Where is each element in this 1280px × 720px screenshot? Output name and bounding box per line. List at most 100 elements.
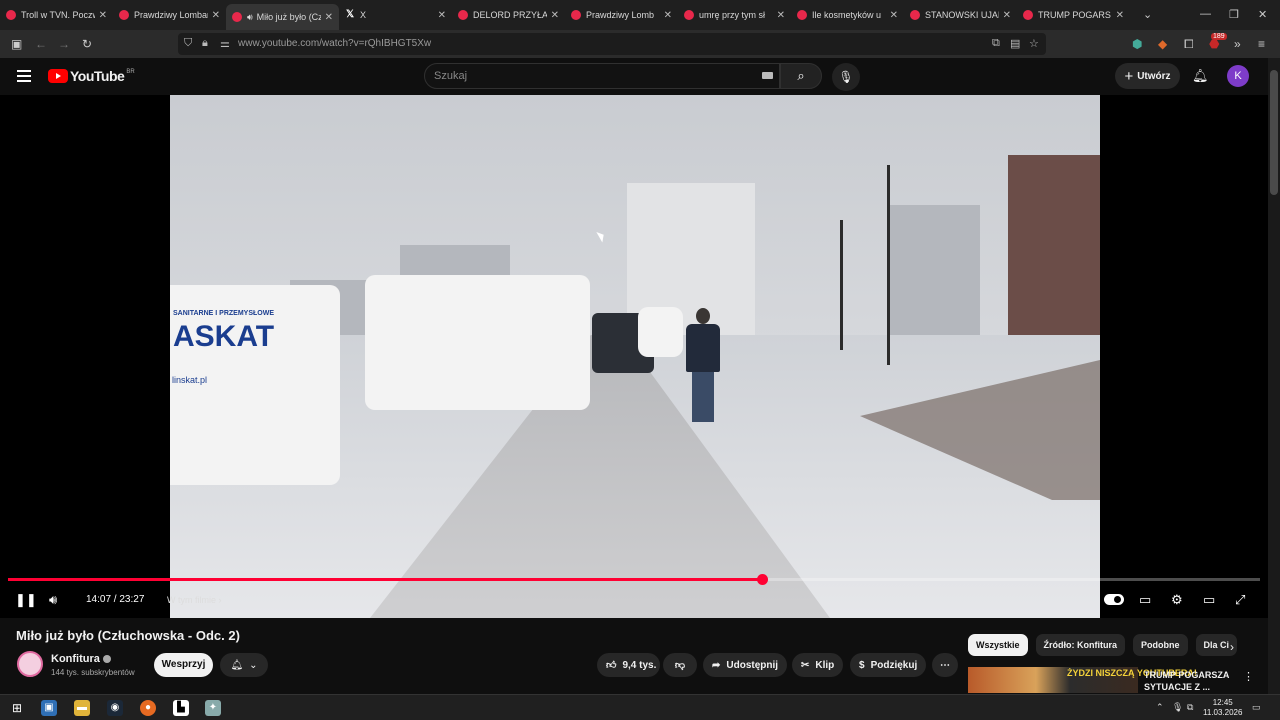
- share-icon: ➦: [712, 659, 721, 671]
- chapters-button[interactable]: W tym filmie ›: [167, 595, 222, 605]
- subtitles-icon[interactable]: ▭: [1139, 592, 1151, 608]
- settings-gear-icon[interactable]: ⚙: [1171, 592, 1183, 608]
- system-clock[interactable]: 12:45 11.03.2026: [1203, 698, 1242, 718]
- forward-icon[interactable]: →: [58, 37, 70, 51]
- tab-close-icon[interactable]: ✕: [438, 10, 446, 21]
- notification-center-icon[interactable]: ▭: [1252, 702, 1261, 713]
- like-button[interactable]: 👍︎ 9,4 tys.: [597, 653, 661, 677]
- search-button[interactable]: ⌕: [780, 63, 822, 89]
- video-frame[interactable]: SANITARNE I PRZEMYSŁOWE ASKAT linskat.pl: [170, 95, 1100, 618]
- tab-close-icon[interactable]: ✕: [1116, 10, 1124, 21]
- youtube-logo[interactable]: YouTube BR: [48, 68, 135, 84]
- picture-in-picture-icon[interactable]: ⧉: [992, 37, 1000, 50]
- browser-tab[interactable]: Prawdziwy Lombard ✕: [113, 0, 226, 30]
- volume-icon[interactable]: 🔊︎: [49, 592, 57, 608]
- tab-close-icon[interactable]: ✕: [551, 10, 559, 21]
- browser-tab[interactable]: Troll w TVN. Poczwórn ✕: [0, 0, 113, 30]
- browser-tab[interactable]: 𝕏 X ✕: [339, 0, 452, 30]
- tab-close-icon[interactable]: ✕: [1003, 10, 1011, 21]
- overflow-chevron-icon[interactable]: »: [1234, 37, 1241, 51]
- tab-groups-icon[interactable]: ▣: [11, 37, 22, 51]
- search-input[interactable]: [425, 64, 725, 88]
- tray-mic-icon[interactable]: 🎙︎: [1172, 702, 1183, 713]
- keyboard-icon[interactable]: [762, 72, 773, 79]
- browser-tab-strip: Troll w TVN. Poczwórn ✕ Prawdziwy Lombard ✕…: [0, 0, 1280, 30]
- youtube-favicon-icon: [571, 10, 581, 20]
- pause-icon[interactable]: ❚❚: [15, 592, 37, 608]
- tab-close-icon[interactable]: ✕: [212, 10, 220, 21]
- thumbs-up-icon: 👍︎: [606, 660, 617, 671]
- minimize-button[interactable]: —: [1200, 8, 1211, 20]
- steam-icon[interactable]: ◉: [107, 700, 123, 716]
- clip-button[interactable]: ✂ Klip: [792, 653, 844, 677]
- windows-start-icon[interactable]: ⊞: [9, 700, 25, 716]
- monitor-app-icon[interactable]: ▣: [41, 700, 57, 716]
- reader-view-icon[interactable]: ▤: [1010, 37, 1020, 50]
- file-explorer-icon[interactable]: ▬: [74, 700, 90, 716]
- tab-close-icon[interactable]: ✕: [664, 10, 672, 21]
- browser-tab[interactable]: TRUMP POGARS ✕: [1017, 0, 1130, 30]
- browser-tab[interactable]: Prawdziwy Lomb ✕: [565, 0, 678, 30]
- lock-icon[interactable]: 🔒︎: [202, 37, 208, 50]
- create-button[interactable]: + Utwórz: [1115, 63, 1180, 89]
- autoplay-toggle[interactable]: [1104, 594, 1124, 605]
- browser-tab-title: Ile kosmetyków u: [812, 10, 882, 20]
- tab-close-icon[interactable]: ✕: [99, 10, 107, 21]
- progress-scrubber-handle[interactable]: [757, 574, 768, 585]
- firefox-icon[interactable]: ●: [140, 700, 156, 716]
- youtube-favicon-icon: [6, 10, 16, 20]
- scrollbar-thumb[interactable]: [1270, 70, 1278, 195]
- subscription-bell-button[interactable]: 🔔︎ ⌄: [220, 653, 268, 677]
- more-actions-button[interactable]: ⋯: [932, 653, 958, 677]
- account-avatar[interactable]: K: [1227, 65, 1249, 87]
- hamburger-menu-icon[interactable]: [17, 70, 31, 85]
- tab-list-chevron-icon[interactable]: ⌄: [1143, 8, 1152, 21]
- related-video-title[interactable]: TRUMP POGARSZA SYTUACJE Z ...: [1144, 669, 1234, 693]
- tab-audio-icon[interactable]: 🔊︎: [247, 12, 253, 23]
- url-text[interactable]: www.youtube.com/watch?v=rQhIBHGT5Xw: [238, 38, 431, 49]
- browser-tab[interactable]: Ile kosmetyków u ✕: [791, 0, 904, 30]
- bookmark-star-icon[interactable]: ☆: [1029, 37, 1039, 50]
- tab-close-icon[interactable]: ✕: [777, 10, 785, 21]
- channel-name[interactable]: Konfitura: [51, 653, 111, 665]
- vpn-extension-icon[interactable]: ⬢: [1132, 37, 1142, 51]
- filter-chip[interactable]: Wszystkie: [968, 634, 1028, 656]
- tray-display-icon[interactable]: ⧉: [1187, 702, 1193, 713]
- progress-bar[interactable]: [8, 574, 1260, 585]
- fox-extension-icon[interactable]: ◆: [1158, 37, 1167, 51]
- filter-chip[interactable]: Podobne: [1133, 634, 1188, 656]
- restore-button[interactable]: ❐: [1229, 8, 1239, 21]
- tab-close-icon[interactable]: ✕: [325, 12, 333, 23]
- support-button[interactable]: Wesprzyj: [154, 653, 213, 677]
- menu-icon[interactable]: ≡: [1258, 37, 1265, 51]
- close-window-button[interactable]: ✕: [1258, 8, 1267, 21]
- channel-avatar[interactable]: [17, 651, 43, 677]
- dislike-button[interactable]: 👎︎: [663, 653, 697, 677]
- address-bar[interactable]: ⛉ 🔒︎ ⚌ www.youtube.com/watch?v=rQhIBHGT5…: [178, 33, 1046, 55]
- channel-name-text[interactable]: Konfitura: [51, 653, 100, 665]
- related-video-menu-icon[interactable]: ⋮: [1243, 670, 1254, 683]
- reload-icon[interactable]: ↻: [82, 37, 92, 51]
- tray-chevron-icon[interactable]: ⌃: [1156, 702, 1164, 713]
- tab-close-icon[interactable]: ✕: [890, 10, 898, 21]
- page-scrollbar[interactable]: [1268, 58, 1280, 694]
- network-tool-icon[interactable]: ✦: [205, 700, 221, 716]
- extensions-icon[interactable]: ⧠: [1184, 37, 1194, 52]
- site-settings-icon[interactable]: ⚌: [220, 37, 230, 50]
- browser-tab[interactable]: 🔊︎ Miło już było (Czł ✕: [226, 4, 339, 30]
- back-icon[interactable]: ←: [35, 37, 47, 51]
- notifications-bell-icon[interactable]: 🔔︎: [1192, 68, 1209, 84]
- video-player[interactable]: SANITARNE I PRZEMYSŁOWE ASKAT linskat.pl…: [0, 95, 1268, 618]
- shield-icon[interactable]: ⛉: [184, 37, 192, 50]
- share-button[interactable]: ➦ Udostępnij: [703, 653, 788, 677]
- browser-tab[interactable]: umrę przy tym sł ✕: [678, 0, 791, 30]
- fullscreen-icon[interactable]: ⤢: [1235, 592, 1245, 608]
- voice-search-button[interactable]: 🎙︎: [832, 63, 860, 91]
- thanks-button[interactable]: $ Podziękuj: [850, 653, 927, 677]
- browser-tab[interactable]: STANOWSKI UJAI ✕: [904, 0, 1017, 30]
- chips-next-chevron-icon[interactable]: ›: [1230, 640, 1234, 654]
- theater-mode-icon[interactable]: ▭: [1203, 592, 1215, 608]
- browser-tab[interactable]: DELORD PRZYŁA ✕: [452, 0, 565, 30]
- app-icon[interactable]: ▙: [173, 700, 189, 716]
- filter-chip[interactable]: Źródło: Konfitura: [1035, 634, 1126, 656]
